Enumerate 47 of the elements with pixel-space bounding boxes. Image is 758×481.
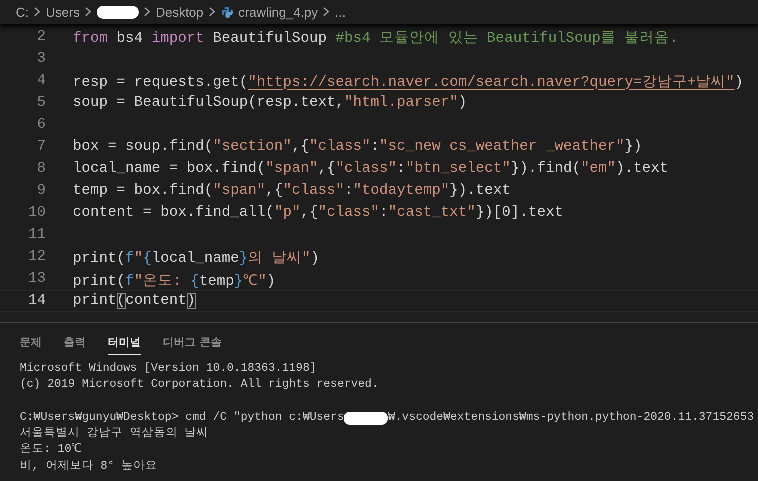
- code-line: local_name = box.find("span",{"class":"btn_select"}).find("em").text: [73, 161, 669, 177]
- chevron-icon: [323, 7, 330, 17]
- line-number: 5: [36, 95, 46, 111]
- terminal-line: Microsoft Windows [Version 10.0.18363.1198]: [20, 361, 317, 377]
- line-number: 14: [27, 293, 46, 309]
- chevron-icon: [144, 7, 151, 17]
- code-line: soup = BeautifulSoup(resp.text,"html.parser"): [73, 95, 468, 111]
- panel-tab[interactable]: 디버그 콘솔: [163, 329, 222, 355]
- line-number: 8: [36, 161, 46, 177]
- line-number: 3: [36, 51, 46, 67]
- line-number: 10: [27, 205, 46, 221]
- chevron-icon: [208, 7, 216, 17]
- line-number: 4: [36, 73, 46, 89]
- terminal-line: 서울특별시 강남구 역삼동의 날씨: [20, 426, 209, 442]
- code-line: temp = box.find("span",{"class":"todaytemp"}).text: [73, 183, 511, 199]
- terminal-line: ₩.vscode₩extensions₩ms-python.python-2020.11.37152653: [388, 410, 754, 426]
- line-number: 9: [36, 183, 46, 199]
- redaction-mark: [344, 412, 388, 425]
- line-number: 7: [36, 139, 46, 155]
- code-line: content = box.find_all("p",{"class":"cast_txt"})[0].text: [73, 205, 564, 221]
- line-number: 2: [36, 29, 46, 45]
- code-line: resp = requests.get("https://search.naver.com/search.naver?query=강남구+날씨"): [73, 74, 744, 90]
- breadcrumb-item[interactable]: Users: [46, 4, 80, 20]
- panel-tab[interactable]: 출력: [64, 329, 86, 355]
- breadcrumb-item[interactable]: Desktop: [156, 4, 204, 20]
- code-line: from bs4 import BeautifulSoup #bs4 모듈안에 있는 BeautifulSoup를 불러옴.: [73, 30, 678, 46]
- code-line: print(f"온도: {temp}℃"): [73, 272, 276, 290]
- breadcrumb-item[interactable]: crawling_4.py: [238, 4, 318, 20]
- code-line: print(content): [73, 293, 196, 309]
- breadcrumb-item[interactable]: C:: [16, 4, 29, 20]
- terminal-line: (c) 2019 Microsoft Corporation. All rights reserved.: [20, 377, 379, 394]
- line-number: 11: [27, 227, 46, 243]
- terminal-line: C:₩Users₩gunyu₩Desktop> cmd /C "python c:₩Users: [20, 410, 344, 426]
- redaction-mark: [96, 6, 139, 18]
- terminal-line: 비, 어제보다 8° 높아요: [20, 458, 158, 475]
- line-number: 12: [27, 249, 46, 265]
- code-line: box = soup.find("section",{"class":"sc_new cs_weather _weather"}): [73, 139, 642, 155]
- line-number: 13: [27, 271, 46, 287]
- code-line: print(f"{local_name}의 날씨"): [73, 250, 320, 266]
- line-number: 6: [36, 117, 46, 133]
- chevron-icon: [84, 7, 92, 17]
- panel-tab[interactable]: 문제: [20, 329, 42, 355]
- terminal-line: 온도: 10℃: [20, 442, 83, 458]
- breadcrumb-item[interactable]: ...: [335, 4, 346, 20]
- panel-tab[interactable]: 터미널: [108, 329, 141, 355]
- chevron-icon: [34, 7, 41, 17]
- python-file-icon: [220, 6, 234, 18]
